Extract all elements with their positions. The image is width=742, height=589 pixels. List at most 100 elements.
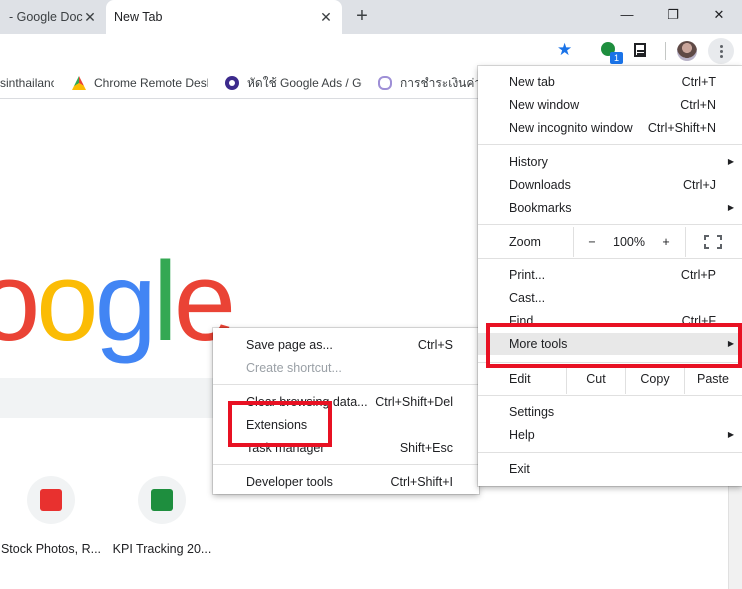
zoom-divider xyxy=(573,227,574,257)
bookmark-item[interactable]: การชำระเงินค่าบ xyxy=(378,67,478,99)
close-icon[interactable]: ✕ xyxy=(82,9,98,25)
menu-item-create-shortcut: Create shortcut... xyxy=(213,357,479,379)
menu-item-label: New incognito window xyxy=(509,121,633,135)
dot-icon xyxy=(719,49,723,53)
menu-item-label: Downloads xyxy=(509,178,571,192)
menu-item-label: Edit xyxy=(509,372,531,386)
bookmark-star-icon[interactable]: ★ xyxy=(557,40,572,60)
menu-item-downloads[interactable]: Downloads Ctrl+J xyxy=(478,174,742,196)
menu-item-new-window[interactable]: New window Ctrl+N xyxy=(478,94,742,116)
bookmark-label: Chrome Remote Desl xyxy=(94,76,208,90)
menu-edit-row: Edit Cut Copy Paste xyxy=(478,364,742,394)
menu-item-save-page[interactable]: Save page as... Ctrl+S xyxy=(213,334,479,356)
menu-separator xyxy=(478,452,742,453)
logo-letter: o xyxy=(36,239,98,364)
menu-item-label: Zoom xyxy=(509,235,541,249)
window-close-icon[interactable]: ✕ xyxy=(696,0,742,30)
menu-item-shortcut: Ctrl+Shift+N xyxy=(647,121,716,135)
shortcut-tile[interactable]: KPI Tracking 20... xyxy=(102,476,222,556)
logo-letter: o xyxy=(0,239,40,364)
chrome-main-menu: New tab Ctrl+T New window Ctrl+N New inc… xyxy=(478,66,742,486)
extension-document-icon[interactable] xyxy=(634,43,646,57)
bookmark-item[interactable]: หัดใช้ Google Ads / Gc xyxy=(225,67,362,99)
tab-new-tab[interactable]: New Tab ✕ xyxy=(106,0,342,34)
shortcut-tile[interactable]: Stock Photos, R... xyxy=(0,476,111,556)
bookmark-label: sinthailanc xyxy=(0,76,54,90)
menu-item-label: Create shortcut... xyxy=(246,361,342,375)
bookmark-item[interactable]: sinthailanc xyxy=(0,67,54,99)
cut-button[interactable]: Cut xyxy=(567,364,625,394)
tab-title: New Tab xyxy=(114,10,163,24)
menu-item-label: Save page as... xyxy=(246,338,333,352)
tab-google-docs[interactable]: - Google Doc ✕ xyxy=(0,0,106,34)
menu-item-shortcut: Ctrl+S xyxy=(417,338,453,352)
tab-strip: - Google Doc ✕ New Tab ✕ + — ❐ ✕ xyxy=(0,0,742,34)
new-tab-plus-icon[interactable]: + xyxy=(350,5,374,29)
menu-item-label: Settings xyxy=(509,405,555,419)
dot-icon xyxy=(719,54,723,58)
menu-item-label: Bookmarks xyxy=(509,201,572,215)
toolbar-divider xyxy=(665,42,666,60)
zoom-in-button[interactable]: + xyxy=(656,227,676,257)
highlight-box-more-tools xyxy=(486,323,742,368)
dot-icon xyxy=(719,44,723,48)
menu-zoom-row: Zoom − 100% + xyxy=(478,227,742,257)
bookmark-label: หัดใช้ Google Ads / Gc xyxy=(247,75,362,90)
extension-badge: 1 xyxy=(610,52,623,64)
menu-item-label: Print... xyxy=(509,268,546,282)
close-icon[interactable]: ✕ xyxy=(318,9,334,25)
sheets-icon xyxy=(151,489,173,511)
menu-item-shortcut: Ctrl+P xyxy=(680,268,716,282)
menu-item-help[interactable]: Help ▶ xyxy=(478,424,742,446)
menu-item-cast[interactable]: Cast... xyxy=(478,287,742,309)
tab-title: - Google Doc xyxy=(9,10,83,24)
bookmark-label: การชำระเงินค่าบ xyxy=(400,75,478,90)
menu-separator xyxy=(478,144,742,145)
menu-item-bookmarks[interactable]: Bookmarks ▶ xyxy=(478,197,742,219)
menu-item-shortcut: Ctrl+T xyxy=(681,75,716,89)
highlight-box-extensions xyxy=(228,401,332,447)
cloud-icon xyxy=(378,76,392,90)
google-logo: oogle xyxy=(0,246,236,358)
logo-letter: l xyxy=(152,239,178,364)
menu-item-new-incognito-window[interactable]: New incognito window Ctrl+Shift+N xyxy=(478,117,742,139)
menu-separator xyxy=(213,384,479,385)
fullscreen-icon[interactable] xyxy=(704,235,722,249)
shortcut-icon-circle xyxy=(27,476,75,524)
menu-item-label: Help xyxy=(509,428,535,442)
menu-separator xyxy=(478,395,742,396)
menu-separator xyxy=(478,224,742,225)
submenu-arrow-icon: ▶ xyxy=(727,157,734,166)
menu-item-label: Exit xyxy=(509,462,530,476)
menu-item-settings[interactable]: Settings xyxy=(478,401,742,423)
zoom-out-button[interactable]: − xyxy=(582,227,602,257)
copy-button[interactable]: Copy xyxy=(626,364,684,394)
bookmark-item[interactable]: Chrome Remote Desl xyxy=(72,67,208,99)
ads-course-icon xyxy=(225,76,239,90)
paste-button[interactable]: Paste xyxy=(685,364,741,394)
menu-item-history[interactable]: History ▶ xyxy=(478,151,742,173)
menu-item-new-tab[interactable]: New tab Ctrl+T xyxy=(478,71,742,93)
chrome-menu-button[interactable] xyxy=(708,38,734,64)
minimize-icon[interactable]: — xyxy=(604,0,650,30)
restore-icon[interactable]: ❐ xyxy=(650,0,696,30)
menu-separator xyxy=(478,258,742,259)
submenu-arrow-icon: ▶ xyxy=(727,203,734,212)
menu-item-developer-tools[interactable]: Developer tools Ctrl+Shift+I xyxy=(213,471,479,493)
menu-item-label: Cast... xyxy=(509,291,546,305)
toolbar: ★ 1 xyxy=(0,34,742,67)
shortcut-label: KPI Tracking 20... xyxy=(112,542,212,556)
shortcut-icon-circle xyxy=(138,476,186,524)
profile-avatar[interactable] xyxy=(677,41,697,61)
menu-item-label: History xyxy=(509,155,548,169)
menu-item-exit[interactable]: Exit xyxy=(478,458,742,480)
logo-letter: g xyxy=(94,239,157,364)
menu-item-shortcut: Ctrl+N xyxy=(680,98,716,112)
menu-item-shortcut: Shift+Esc xyxy=(399,441,453,455)
shortcut-label: Stock Photos, R... xyxy=(0,542,102,556)
submenu-arrow-icon: ▶ xyxy=(727,430,734,439)
menu-item-print[interactable]: Print... Ctrl+P xyxy=(478,264,742,286)
zoom-divider xyxy=(685,227,686,257)
menu-separator xyxy=(213,464,479,465)
menu-item-shortcut: Ctrl+Shift+I xyxy=(390,475,453,489)
